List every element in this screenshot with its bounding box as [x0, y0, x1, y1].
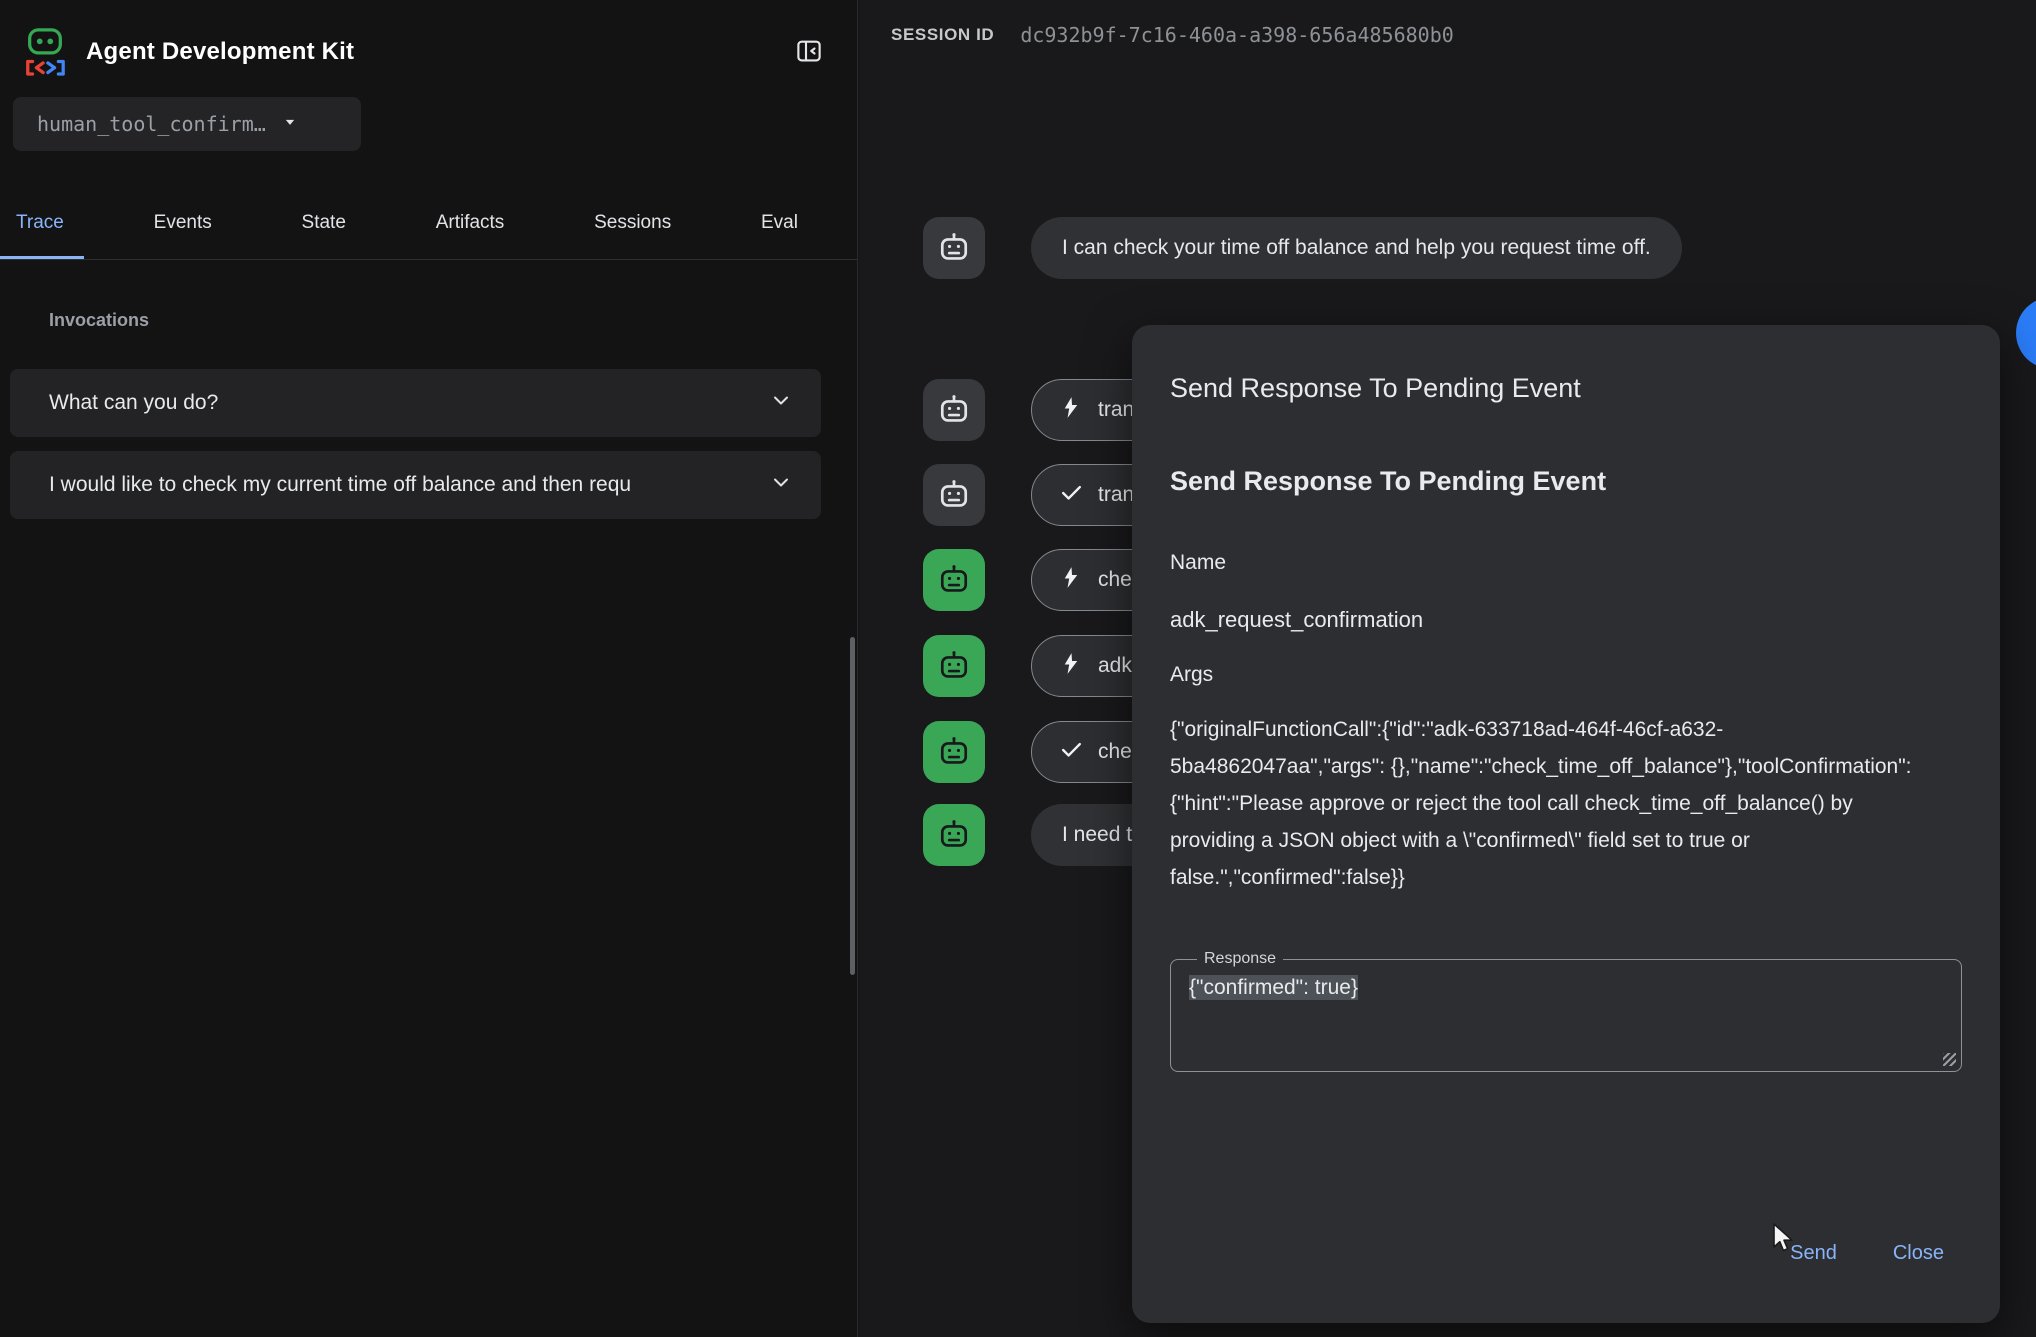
agent-avatar-icon — [923, 721, 985, 783]
invocation-text: What can you do? — [49, 391, 751, 415]
resize-handle[interactable] — [1943, 1053, 1956, 1066]
invocations-heading: Invocations — [49, 310, 149, 331]
chevron-down-icon — [751, 470, 793, 500]
args-value: {"originalFunctionCall":{"id":"adk-63371… — [1170, 711, 1922, 896]
check-icon — [1059, 737, 1084, 768]
name-value: adk_request_confirmation — [1170, 607, 1962, 633]
event-heading: Send Response To Pending Event — [1170, 466, 1962, 497]
bolt-icon — [1059, 651, 1084, 682]
agent-avatar-icon — [923, 635, 985, 697]
event-chip-label: tran — [1098, 483, 1134, 507]
adk-web-app: Agent Development Kit human_tool_confirm… — [0, 0, 2036, 1337]
response-value: {"confirmed": true} — [1189, 976, 1943, 1000]
dialog-title: Send Response To Pending Event — [1170, 373, 1962, 404]
response-textarea[interactable]: Response {"confirmed": true} — [1170, 950, 1962, 1072]
session-id-value: dc932b9f-7c16-460a-a398-656a485680b0 — [1020, 23, 1453, 47]
close-button[interactable]: Close — [1893, 1242, 1944, 1265]
event-chip-label: che — [1098, 740, 1132, 764]
invocation-item[interactable]: I would like to check my current time of… — [10, 451, 821, 519]
bolt-icon — [1059, 565, 1084, 596]
dialog-actions: Send Close — [1790, 1242, 1944, 1265]
tab-events[interactable]: Events — [134, 190, 232, 259]
chat-row: I need t — [923, 804, 1163, 866]
send-button[interactable]: Send — [1790, 1242, 1837, 1265]
event-chip-label: tran — [1098, 398, 1134, 422]
tab-bar: Trace Events State Artifacts Sessions Ev… — [0, 190, 858, 260]
event-chip-label: adk — [1098, 654, 1132, 678]
collapse-panel-button[interactable] — [789, 32, 829, 72]
tab-eval[interactable]: Eval — [741, 190, 818, 259]
check-icon — [1059, 480, 1084, 511]
bot-message-bubble: I can check your time off balance and he… — [1031, 217, 1682, 279]
sidebar-header: Agent Development Kit — [0, 0, 857, 104]
invocation-item[interactable]: What can you do? — [10, 369, 821, 437]
args-label: Args — [1170, 663, 1962, 687]
adk-logo-icon — [22, 27, 68, 77]
collapse-panel-icon — [794, 36, 824, 69]
sidebar-scrollbar[interactable] — [850, 637, 855, 975]
session-bar: SESSION ID dc932b9f-7c16-460a-a398-656a4… — [859, 0, 2036, 70]
response-label: Response — [1197, 950, 1283, 968]
tab-artifacts[interactable]: Artifacts — [416, 190, 525, 259]
app-title: Agent Development Kit — [86, 38, 789, 66]
tab-trace[interactable]: Trace — [0, 190, 84, 259]
event-chip-label: che — [1098, 568, 1132, 592]
bot-avatar-icon — [923, 464, 985, 526]
tab-state[interactable]: State — [282, 190, 366, 259]
bot-avatar-icon — [923, 379, 985, 441]
name-label: Name — [1170, 551, 1962, 575]
agent-avatar-icon — [923, 549, 985, 611]
chevron-down-icon — [751, 388, 793, 418]
bot-avatar-icon — [923, 217, 985, 279]
session-id-label: SESSION ID — [891, 25, 994, 45]
agent-selector[interactable]: human_tool_confirm… — [13, 97, 361, 151]
tab-sessions[interactable]: Sessions — [574, 190, 691, 259]
agent-selector-value: human_tool_confirm… — [37, 112, 266, 136]
dropdown-caret-icon — [280, 112, 300, 137]
send-response-dialog: Send Response To Pending Event Send Resp… — [1132, 325, 2000, 1323]
bolt-icon — [1059, 395, 1084, 426]
agent-avatar-icon — [923, 804, 985, 866]
sidebar: Agent Development Kit human_tool_confirm… — [0, 0, 858, 1337]
chat-row: I can check your time off balance and he… — [923, 217, 1682, 279]
invocation-text: I would like to check my current time of… — [49, 473, 751, 497]
